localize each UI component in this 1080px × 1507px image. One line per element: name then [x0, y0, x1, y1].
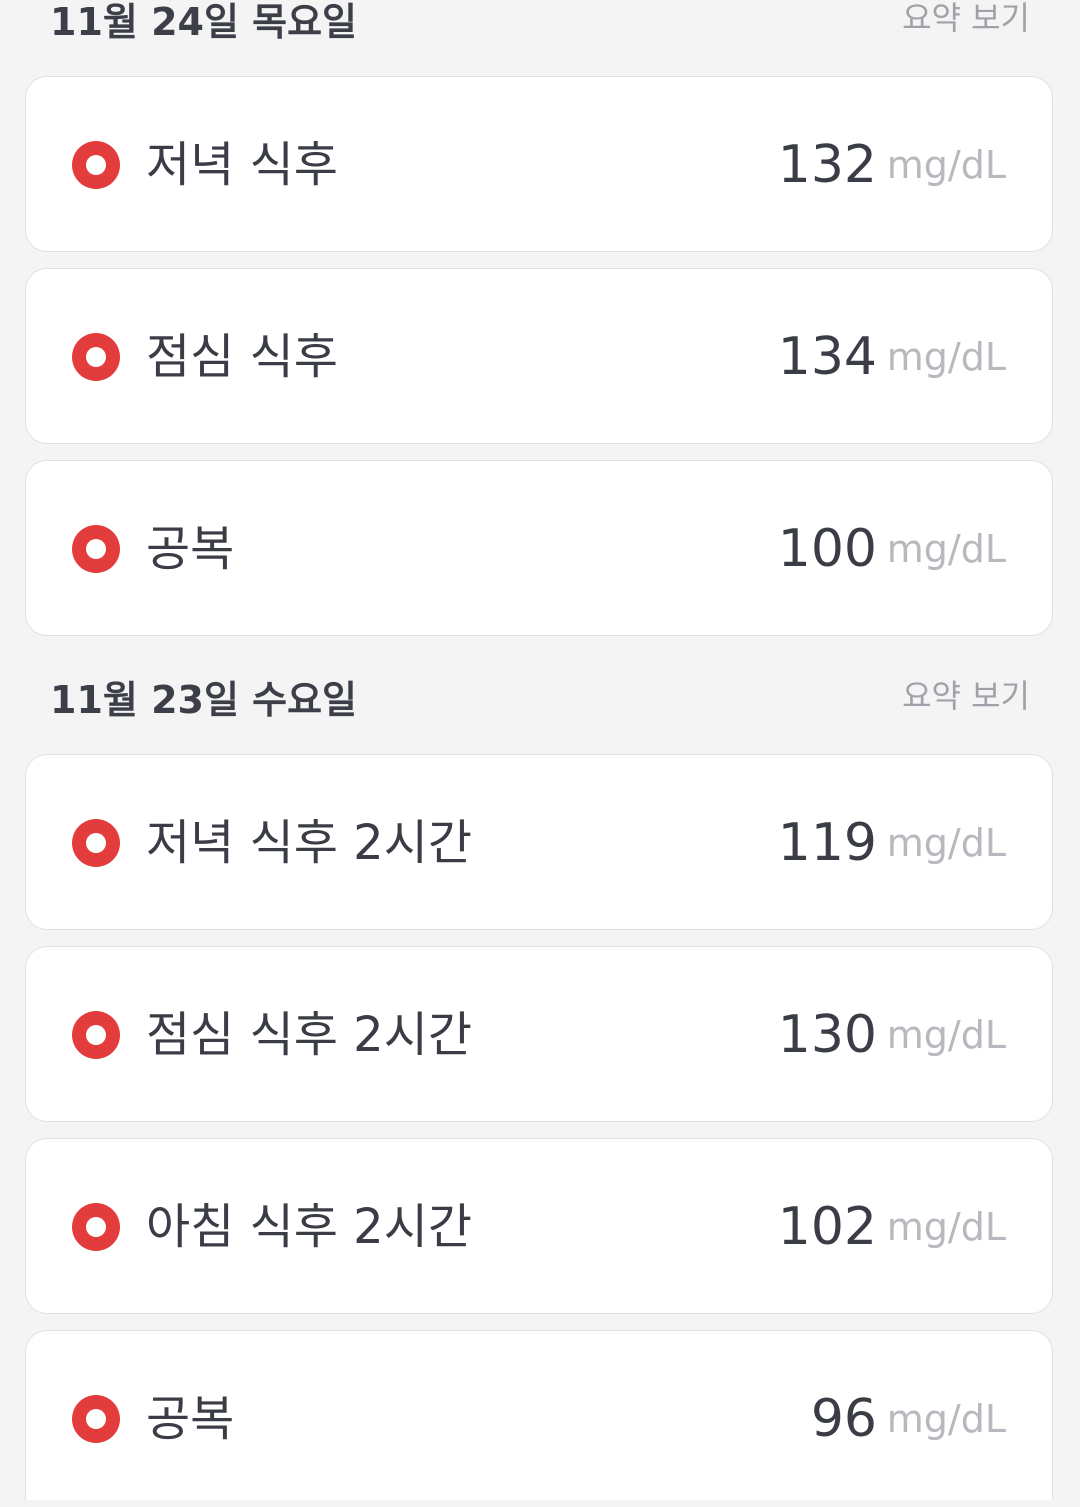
red-ring-dot-icon: [72, 1011, 120, 1059]
reading-unit: mg/dL: [886, 1397, 1006, 1441]
reading-label: 저녁 식후 2시간: [146, 815, 473, 871]
reading-card[interactable]: 저녁 식후 2시간 119 mg/dL: [25, 754, 1053, 930]
red-ring-dot-icon: [72, 333, 120, 381]
reading-card[interactable]: 공복 100 mg/dL: [25, 460, 1053, 636]
summary-view-button[interactable]: 요약 보기: [902, 0, 1030, 46]
red-ring-dot-icon: [72, 525, 120, 573]
red-ring-dot-icon: [72, 819, 120, 867]
reading-value: 134: [777, 327, 877, 387]
red-ring-dot-icon: [72, 1203, 120, 1251]
reading-unit: mg/dL: [886, 335, 1006, 379]
reading-label: 저녁 식후: [146, 137, 338, 193]
reading-card[interactable]: 공복 96 mg/dL: [25, 1330, 1053, 1500]
day-section-header: 11월 23일 수요일 요약 보기: [0, 668, 1080, 732]
reading-label: 공복: [146, 1391, 235, 1447]
reading-card[interactable]: 저녁 식후 132 mg/dL: [25, 76, 1053, 252]
section-date: 11월 23일 수요일: [50, 678, 358, 722]
reading-value: 96: [810, 1389, 877, 1449]
reading-label: 점심 식후: [146, 329, 338, 385]
day-section-header: 11월 24일 목요일 요약 보기: [0, 0, 1080, 54]
reading-unit: mg/dL: [886, 527, 1006, 571]
reading-card[interactable]: 점심 식후 2시간 130 mg/dL: [25, 946, 1053, 1122]
reading-unit: mg/dL: [886, 1013, 1006, 1057]
reading-card[interactable]: 점심 식후 134 mg/dL: [25, 268, 1053, 444]
summary-view-button[interactable]: 요약 보기: [902, 668, 1030, 724]
reading-unit: mg/dL: [886, 821, 1006, 865]
reading-value: 102: [777, 1197, 877, 1257]
reading-card[interactable]: 아침 식후 2시간 102 mg/dL: [25, 1138, 1053, 1314]
reading-unit: mg/dL: [886, 143, 1006, 187]
reading-value: 130: [777, 1005, 877, 1065]
reading-unit: mg/dL: [886, 1205, 1006, 1249]
reading-label: 아침 식후 2시간: [146, 1199, 473, 1255]
reading-value: 132: [777, 135, 877, 195]
red-ring-dot-icon: [72, 141, 120, 189]
reading-label: 공복: [146, 521, 235, 577]
section-date: 11월 24일 목요일: [50, 0, 358, 44]
red-ring-dot-icon: [72, 1395, 120, 1443]
glucose-log-list: 11월 24일 목요일 요약 보기 저녁 식후 132 mg/dL 점심 식후 …: [0, 0, 1080, 1500]
reading-value: 119: [777, 813, 877, 873]
reading-value: 100: [777, 519, 877, 579]
reading-label: 점심 식후 2시간: [146, 1007, 473, 1063]
